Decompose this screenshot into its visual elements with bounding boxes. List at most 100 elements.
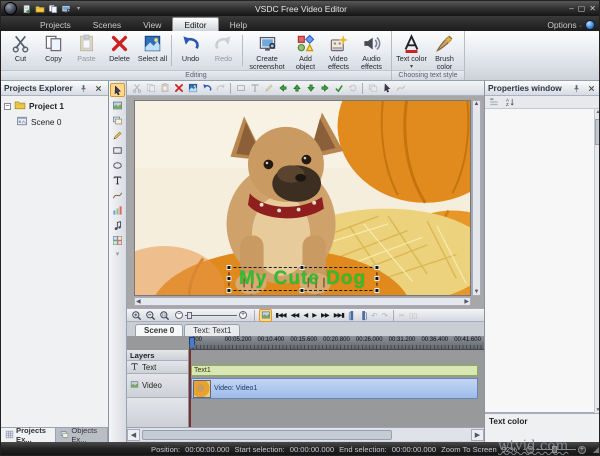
menu-tab-editor[interactable]: Editor (172, 17, 218, 31)
options-button[interactable]: Options ▾ (547, 20, 582, 30)
arrow-down-green-button[interactable] (304, 82, 317, 95)
resize-handle[interactable] (374, 265, 379, 270)
zoom-out-button[interactable] (144, 309, 156, 321)
next-frame-button[interactable]: ▶▶ (320, 312, 331, 319)
tree-item-scene-0[interactable]: Scene 0 (2, 114, 107, 130)
pencil-button[interactable] (110, 128, 125, 142)
select-all-button[interactable]: Select all (136, 33, 169, 64)
overlay-text[interactable]: My Cute Dog (239, 268, 366, 289)
preview-horizontal-scrollbar[interactable]: ◀▶ (134, 297, 471, 306)
slideshow-tool-button[interactable] (110, 113, 125, 127)
sprite-tool-button[interactable] (110, 233, 125, 247)
set-selection-end-button[interactable]: ▐] (359, 311, 368, 320)
menu-tab-help[interactable]: Help (219, 18, 258, 31)
sort-az-icon[interactable]: AZ (504, 97, 515, 108)
copy-button[interactable]: Copy (37, 33, 70, 64)
minimize-button[interactable]: – (569, 4, 573, 13)
resize-grip[interactable]: ◢ (593, 445, 598, 454)
menu-tab-scenes[interactable]: Scenes (82, 18, 132, 31)
close-button[interactable]: ✕ (589, 4, 596, 13)
slider-plus-icon[interactable]: + (239, 311, 247, 319)
note-tool-button[interactable] (110, 218, 125, 232)
properties-scrollbar[interactable]: ▲▼ (594, 109, 600, 413)
create-screenshot-button[interactable]: Create screenshot (245, 33, 289, 73)
chart-tool-button[interactable] (110, 203, 125, 217)
pin-icon[interactable] (571, 83, 582, 94)
ribbon-group-editing: CutCopyPasteDeleteSelect allUndoRedoCrea… (1, 31, 392, 80)
close-panel-icon[interactable] (586, 83, 597, 94)
select-all-button[interactable] (186, 82, 199, 95)
go-to-end-button[interactable]: ▶▶▮ (332, 312, 345, 319)
undo-button[interactable] (200, 82, 213, 95)
rect-tool-button[interactable] (110, 143, 125, 157)
export-project-icon[interactable] (60, 3, 71, 14)
go-to-start-button[interactable]: ▮◀◀ (274, 312, 287, 319)
text-object-selection[interactable]: My Cute Dog (228, 267, 377, 291)
previous-frame-button[interactable]: ◀ (302, 312, 309, 319)
resize-handle[interactable] (374, 276, 379, 281)
ellipse-tool-button[interactable] (110, 158, 125, 172)
tree-item-project-1[interactable]: −Project 1 (2, 98, 107, 114)
menu-tab-projects[interactable]: Projects (29, 18, 82, 31)
rewind-button[interactable]: ◀◀ (289, 312, 300, 319)
scrollbar-thumb[interactable] (142, 430, 392, 440)
zoom-region-button[interactable] (158, 309, 170, 321)
app-logo-icon[interactable] (4, 2, 17, 15)
scroll-left-icon[interactable]: ◀ (127, 429, 140, 441)
explorer-tab-projects-ex[interactable]: Projects Ex... (1, 428, 56, 442)
zoom-to-screen-button[interactable]: Zoom To Screen (441, 445, 497, 454)
text-color-button[interactable]: Text color▾ (395, 33, 428, 71)
image-tool-button[interactable] (110, 98, 125, 112)
scene-tab-scene-0[interactable]: Scene 0 (135, 324, 183, 336)
open-project-icon[interactable] (34, 3, 45, 14)
zoom-in-button[interactable] (130, 309, 142, 321)
help-icon[interactable] (585, 20, 595, 30)
scene-tab-text-text1[interactable]: Text: Text1 (184, 324, 240, 336)
preview-quality-button[interactable] (259, 309, 272, 322)
arrow-right-green-button[interactable] (318, 82, 331, 95)
layer-name-text[interactable]: Text (127, 361, 189, 374)
play-button[interactable]: ▶ (311, 312, 318, 319)
check-green-button[interactable] (332, 82, 345, 95)
resize-handle[interactable] (226, 288, 231, 293)
menu-tab-view[interactable]: View (132, 18, 172, 31)
categorize-icon[interactable] (488, 97, 499, 108)
timeline-horizontal-scrollbar[interactable]: ◀ ▶ (127, 427, 484, 441)
preview-zoom-slider[interactable]: −+ (175, 311, 247, 319)
properties-scrollbar-thumb[interactable] (595, 119, 600, 145)
set-selection-start-button[interactable]: [▌ (347, 311, 356, 320)
pointer-button[interactable] (380, 82, 393, 95)
delete-button[interactable]: Delete (103, 33, 136, 64)
curve-tool-button[interactable] (110, 188, 125, 202)
quick-access-caret-icon[interactable]: ▾ (73, 3, 84, 14)
text-tool-button[interactable] (110, 173, 125, 187)
undo-button[interactable]: Undo (174, 33, 207, 64)
resize-handle[interactable] (226, 265, 231, 270)
delete-button[interactable] (172, 82, 185, 95)
cut-button[interactable]: Cut (4, 33, 37, 64)
arrow-up-green-button[interactable] (290, 82, 303, 95)
close-panel-icon[interactable] (93, 83, 104, 94)
new-project-icon[interactable] (21, 3, 32, 14)
palette-more-icon[interactable]: ▾ (116, 250, 120, 258)
arrow-left-green-button[interactable] (276, 82, 289, 95)
save-project-icon[interactable] (47, 3, 58, 14)
resize-handle[interactable] (299, 265, 304, 270)
pointer-button[interactable] (110, 83, 125, 97)
layer-name-video[interactable]: Video (127, 374, 189, 398)
explorer-tab-objects-ex[interactable]: Objects Ex... (56, 428, 108, 442)
slider-minus-icon[interactable]: − (175, 311, 183, 319)
resize-handle[interactable] (226, 276, 231, 281)
timeline-ruler[interactable]: 00000:05.20000:10.40000:15.60000:20.8000… (189, 336, 484, 350)
preview-vertical-scrollbar[interactable]: ▲▼ (472, 100, 481, 296)
timeline-block-text1[interactable]: Text1 (191, 365, 478, 376)
resize-handle[interactable] (374, 288, 379, 293)
zoom-in-icon[interactable]: + (578, 446, 586, 454)
pin-icon[interactable] (78, 83, 89, 94)
timeline-block-video1[interactable]: Video: Video1 (191, 378, 478, 399)
maximize-button[interactable]: ▢ (578, 4, 586, 13)
scroll-right-icon[interactable]: ▶ (471, 429, 484, 441)
resize-handle[interactable] (299, 288, 304, 293)
expander-icon[interactable]: − (4, 103, 11, 110)
slider-knob[interactable] (187, 312, 192, 319)
